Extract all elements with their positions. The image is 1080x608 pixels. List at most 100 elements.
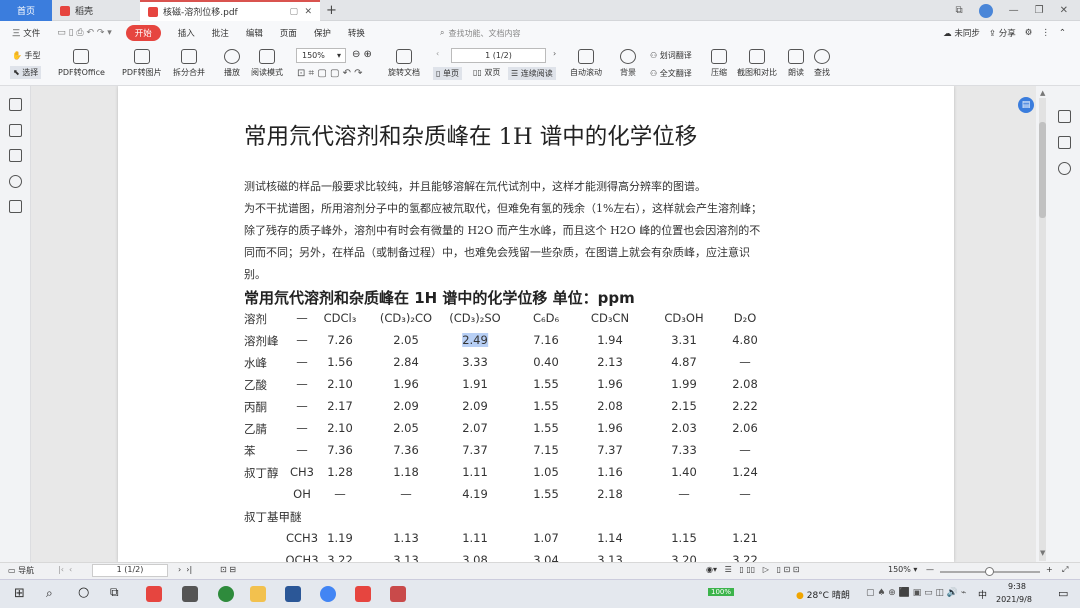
pdf-to-image-button[interactable]: PDF转图片 (122, 49, 162, 78)
sync-button[interactable]: ☁ 未同步 (943, 27, 980, 39)
ime-indicator[interactable]: 中 (978, 588, 987, 601)
signature-icon[interactable] (9, 200, 22, 213)
continuous-read-button[interactable]: ☰ 连续阅读 (508, 67, 556, 80)
zoom-in-button[interactable]: + (1046, 565, 1053, 574)
search-icon[interactable]: ⌕ (46, 586, 53, 601)
wps-icon[interactable] (355, 586, 371, 602)
restore-icon[interactable]: ❐ (1035, 5, 1044, 16)
split-merge-button[interactable]: 拆分合并 (173, 49, 205, 78)
vertical-scrollbar[interactable] (1039, 98, 1046, 561)
fit-icons[interactable]: ⊡ ⊟ (220, 565, 236, 574)
nav-toggle[interactable]: ▭ 导航 (8, 565, 34, 576)
zoom-buttons[interactable]: ⊖ ⊕ (352, 49, 372, 60)
screenshot-compare-button[interactable]: 截图和对比 (737, 49, 777, 78)
cortana-icon[interactable]: ○ (78, 585, 89, 600)
view-mode-icons[interactable]: ◉▾ ☰ ▯ ▯▯ ▷ ▯ ⊡ ⊡ (706, 565, 799, 574)
file-explorer-icon[interactable] (250, 586, 266, 602)
tray-icons[interactable]: ▢ ♠ ⊕ ⬛ ▣ ▭ ◫ 🔊 ⌁ (866, 588, 966, 598)
thumbnail-icon[interactable] (9, 124, 22, 137)
new-tab-button[interactable]: + (326, 0, 337, 21)
properties-icon[interactable] (1058, 110, 1071, 123)
menu-file[interactable]: 三 文件 (12, 27, 40, 39)
search-input[interactable]: ⌕ 查找功能、文档内容 (440, 25, 546, 41)
menu-edit[interactable]: 编辑 (246, 27, 263, 39)
weather-widget[interactable]: ● 28°C 晴朗 (796, 588, 850, 601)
word-icon[interactable] (285, 586, 301, 602)
fullscreen-icon[interactable]: ⤢ (1062, 565, 1068, 575)
select-tool[interactable]: ⬉ 选择 (10, 66, 42, 79)
task-view-icon[interactable]: ⧉ (110, 585, 119, 600)
close-icon[interactable]: ✕ (1060, 5, 1068, 16)
table-cell: 1.28 (327, 465, 353, 479)
find-button[interactable]: 查找 (814, 49, 830, 78)
battery-indicator[interactable]: 100% (708, 588, 735, 596)
clock-date[interactable]: 2021/9/8 (996, 595, 1032, 604)
status-bar: ▭ 导航 |‹ ‹ 1 (1/2) › ›| ⊡ ⊟ ◉▾ ☰ ▯ ▯▯ ▷ ▯… (0, 562, 1080, 579)
status-zoom[interactable]: 150% ▾ (888, 565, 917, 574)
status-page-input[interactable]: 1 (1/2) (92, 564, 168, 577)
full-translate-button[interactable]: ⚇ 全文翻译 (650, 68, 692, 79)
view-tool-icons[interactable]: ⊡ ⌗ ▢ ▢ ↶ ↷ (297, 68, 363, 79)
help-icon[interactable] (1058, 162, 1071, 175)
table-cell: 1.55 (533, 377, 559, 391)
table-header-cell: CD₃CN (590, 311, 630, 325)
share-button[interactable]: ⇪ 分享 (989, 27, 1016, 39)
read-mode-button[interactable]: 阅读模式 (251, 49, 283, 78)
first-prev-page-icons[interactable]: |‹ ‹ (58, 565, 72, 574)
menu-protect[interactable]: 保护 (314, 27, 331, 39)
quick-access-icons[interactable]: ▭ ▯ ⎙ ↶ ↷ ▾ (57, 28, 112, 38)
scroll-up-icon[interactable]: ▲ (1040, 89, 1045, 97)
compress-button[interactable]: 压缩 (711, 49, 727, 78)
menu-start[interactable]: 开始 (125, 25, 161, 41)
word-translate-button[interactable]: ⚇ 划词翻译 (650, 50, 692, 61)
clock-time[interactable]: 9:38 (1008, 582, 1026, 591)
menu-insert[interactable]: 插入 (178, 27, 195, 39)
read-aloud-button[interactable]: 朗读 (788, 49, 804, 78)
prev-page-icon[interactable]: ‹ (436, 49, 439, 58)
app-icon[interactable] (182, 586, 198, 602)
assistant-icon[interactable]: ▤ (1018, 97, 1034, 113)
convert-icon[interactable] (1058, 136, 1071, 149)
pin-icon[interactable]: ▢ (289, 7, 298, 17)
pdf-to-office-button[interactable]: PDF转Office (58, 49, 105, 78)
menu-annotate[interactable]: 批注 (212, 27, 229, 39)
single-page-button[interactable]: ▯ 单页 (433, 67, 462, 80)
split-merge-icon (181, 49, 197, 64)
tab-daoke[interactable]: 稻壳 (52, 0, 138, 21)
background-button[interactable]: 背景 (620, 49, 636, 78)
bookmark-icon[interactable] (9, 98, 22, 111)
scroll-down-icon[interactable]: ▼ (1040, 549, 1045, 557)
settings-icon[interactable]: ⚙ (1025, 28, 1033, 38)
zoom-out-button[interactable]: — (926, 565, 934, 574)
menu-convert[interactable]: 转换 (348, 27, 365, 39)
next-last-page-icons[interactable]: › ›| (178, 565, 192, 574)
minimize-icon[interactable]: — (1009, 5, 1019, 16)
collapse-ribbon-icon[interactable]: ⌃ (1059, 28, 1066, 38)
tab-home[interactable]: 首页 (0, 0, 52, 21)
avatar[interactable] (978, 3, 993, 18)
double-page-button[interactable]: ▯▯ 双页 (473, 67, 500, 78)
more-icon[interactable]: ⋮ (1041, 28, 1050, 38)
attachment-icon[interactable] (9, 175, 22, 188)
zy-app-icon[interactable] (146, 586, 162, 602)
page-input[interactable]: 1 (1/2) (451, 48, 546, 63)
close-tab-icon[interactable]: ✕ (304, 7, 312, 17)
tab-document[interactable]: 核磁-溶剂位移.pdf ▢ ✕ (140, 0, 320, 21)
windows-start-icon[interactable]: ⊞ (14, 586, 25, 601)
play-button[interactable]: 播放 (224, 49, 240, 78)
menu-page[interactable]: 页面 (280, 27, 297, 39)
layout-icon[interactable]: ⧉ (956, 5, 963, 16)
comment-icon[interactable] (9, 149, 22, 162)
auto-scroll-button[interactable]: 自动滚动 (570, 49, 602, 78)
scrollbar-thumb[interactable] (1039, 122, 1046, 218)
zoom-slider-handle[interactable] (985, 567, 994, 576)
app-icon[interactable] (218, 586, 234, 602)
pdf-app-icon[interactable] (390, 586, 406, 602)
rotate-button[interactable]: 旋转文档 (388, 49, 420, 78)
notification-icon[interactable]: ▭ (1058, 587, 1068, 600)
zoom-select[interactable]: 150% ▾ (296, 48, 346, 63)
browser-icon[interactable] (320, 586, 336, 602)
hand-tool[interactable]: ✋ 手型 (12, 50, 41, 61)
search-icon: ⌕ (440, 28, 445, 37)
next-page-icon[interactable]: › (553, 49, 556, 58)
